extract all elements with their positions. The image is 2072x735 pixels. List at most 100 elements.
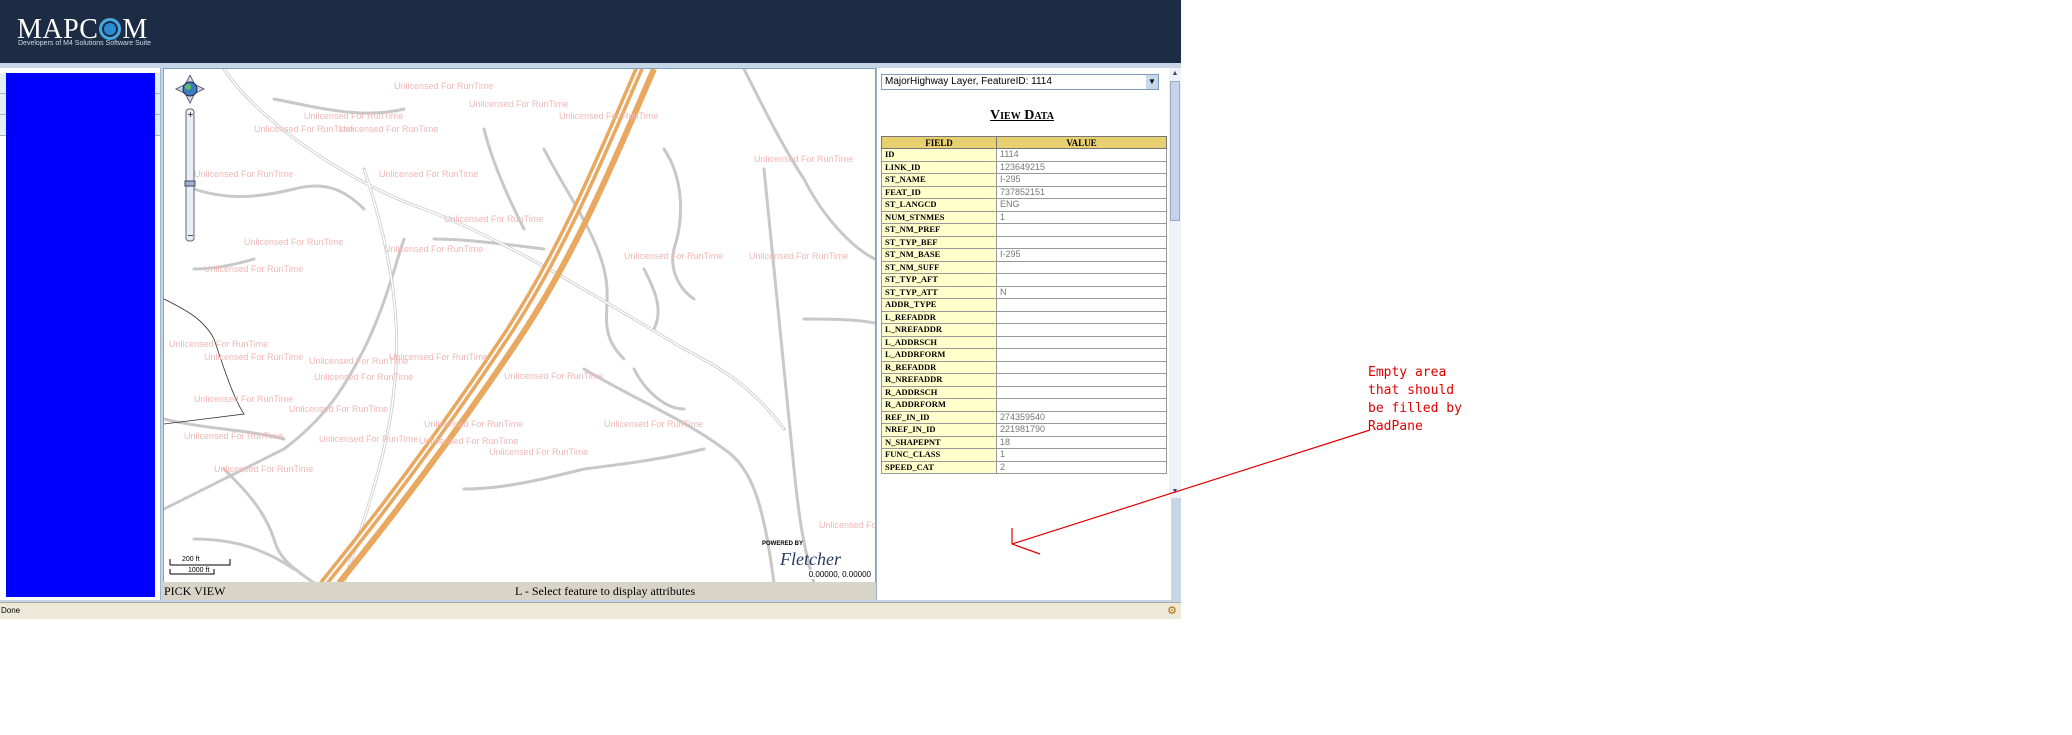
app-header: MAPC M Developers of M4 Solutions Softwar… — [0, 0, 1181, 63]
watermark: Unlicensed For RunTime — [314, 372, 414, 382]
watermark: Unlicensed For RunTime — [204, 264, 304, 274]
watermark: Unlicensed For RunTime — [169, 339, 269, 349]
table-row: ST_NM_BASE I-295 — [881, 248, 1167, 262]
powered-by-label: POWERED BY — [762, 541, 804, 547]
blue-content-panel — [6, 73, 155, 597]
value-cell — [996, 310, 1167, 324]
watermark: Unlicensed For RunTime — [424, 419, 524, 429]
value-cell: ENG — [996, 198, 1167, 212]
column-header-field: FIELD — [881, 136, 997, 149]
watermark: Unlicensed For RunTime — [384, 244, 484, 254]
watermark: Unlicensed For RunTime — [389, 352, 489, 362]
chevron-down-icon[interactable]: ▼ — [1146, 75, 1158, 89]
table-row: R_ADDRSCH — [881, 385, 1167, 399]
annotation-text: Empty area that should be filled by RadP… — [1368, 365, 1462, 434]
field-cell: LINK_ID — [881, 160, 997, 174]
field-cell: R_NREFADDR — [881, 373, 997, 387]
watermark: Unlicensed For RunTime — [559, 111, 659, 121]
table-row: ADDR_TYPE — [881, 298, 1167, 312]
value-cell: I-295 — [996, 248, 1167, 262]
value-cell — [996, 385, 1167, 399]
watermark: Unlicensed For RunTime — [489, 447, 589, 457]
scroll-thumb[interactable] — [1170, 81, 1180, 221]
field-cell: ST_TYP_ATT — [881, 285, 997, 299]
value-cell — [996, 298, 1167, 312]
status-message: L - Select feature to display attributes — [515, 584, 696, 598]
table-row: L_ADDRFORM — [881, 348, 1167, 362]
watermark: Unlicensed For RunTime — [469, 99, 569, 109]
value-cell — [996, 348, 1167, 362]
left-panel — [0, 68, 161, 600]
table-row: LINK_ID 123649215 — [881, 160, 1167, 174]
field-cell: ST_NM_SUFF — [881, 260, 997, 274]
field-cell: FUNC_CLASS — [881, 448, 997, 462]
watermark: Unlicensed For RunTime — [394, 81, 494, 91]
watermark: Unlicensed For RunTime — [194, 169, 294, 179]
table-row: L_ADDRSCH — [881, 335, 1167, 349]
field-cell: NUM_STNMES — [881, 210, 997, 224]
status-mode: PICK VIEW — [164, 584, 226, 598]
browser-status-text: Done — [1, 606, 21, 615]
map-pane[interactable]: 200 ft 1000 ft + − Unlicensed For RunTim… — [163, 68, 876, 584]
watermark: Unlicensed For RunTime — [819, 520, 875, 530]
value-cell — [996, 360, 1167, 374]
field-cell: REF_IN_ID — [881, 410, 997, 424]
value-cell — [996, 223, 1167, 237]
zoom-slider-thumb — [184, 180, 196, 187]
major-highway[interactable] — [319, 69, 644, 583]
annotation-arrow — [1011, 429, 1371, 555]
field-cell: L_NREFADDR — [881, 323, 997, 337]
scroll-up-icon[interactable]: ▲ — [1169, 68, 1181, 80]
zoom-control[interactable]: + − — [172, 73, 212, 245]
fletcher-logo: Fletcher — [780, 549, 841, 569]
field-cell: ST_TYP_AFT — [881, 273, 997, 287]
table-row: ST_NAME I-295 — [881, 173, 1167, 187]
table-row: ST_LANGCD ENG — [881, 198, 1167, 212]
watermark: Unlicensed For RunTime — [339, 124, 439, 134]
watermark: Unlicensed For RunTime — [604, 419, 704, 429]
layer-select-value: MajorHighway Layer, FeatureID: 1114 — [885, 76, 1052, 87]
table-row: L_REFADDR — [881, 310, 1167, 324]
table-row: R_REFADDR — [881, 360, 1167, 374]
value-cell — [996, 373, 1167, 387]
svg-text:+: + — [187, 110, 194, 119]
field-cell: L_REFADDR — [881, 310, 997, 324]
field-cell: FEAT_ID — [881, 185, 997, 199]
watermark: Unlicensed For RunTime — [419, 436, 519, 446]
map-canvas[interactable]: 200 ft 1000 ft — [164, 69, 875, 583]
table-row: ID 1114 — [881, 148, 1167, 162]
value-cell — [996, 398, 1167, 412]
value-cell: 1 — [996, 210, 1167, 224]
field-cell: ST_TYP_BEF — [881, 235, 997, 249]
value-cell: 123649215 — [996, 160, 1167, 174]
value-cell: 737852151 — [996, 185, 1167, 199]
field-cell: N_SHAPEPNT — [881, 435, 997, 449]
scale-label-1000: 1000 ft — [188, 567, 209, 574]
value-cell: I-295 — [996, 173, 1167, 187]
column-header-value: VALUE — [996, 136, 1167, 149]
watermark: Unlicensed For RunTime — [184, 431, 284, 441]
table-row: FEAT_ID 737852151 — [881, 185, 1167, 199]
table-row: ST_TYP_ATT N — [881, 285, 1167, 299]
view-data-title: View Data — [990, 108, 1054, 123]
layer-select[interactable]: MajorHighway Layer, FeatureID: 1114 ▼ — [881, 74, 1159, 90]
field-cell: R_REFADDR — [881, 360, 997, 374]
map-status-bar: PICK VIEW L - Select feature to display … — [163, 582, 876, 600]
field-cell: ST_NM_BASE — [881, 248, 997, 262]
pan-compass-icon[interactable]: + − — [172, 73, 212, 245]
field-cell: SPEED_CAT — [881, 460, 997, 474]
watermark: Unlicensed For RunTime — [319, 434, 419, 444]
table-row: R_ADDRFORM — [881, 398, 1167, 412]
field-cell: L_ADDRSCH — [881, 335, 997, 349]
value-cell: 1114 — [996, 148, 1167, 162]
value-cell — [996, 323, 1167, 337]
watermark: Unlicensed For RunTime — [749, 251, 849, 261]
field-cell: R_ADDRFORM — [881, 398, 997, 412]
scale-label-200: 200 ft — [182, 556, 200, 563]
watermark: Unlicensed For RunTime — [379, 169, 479, 179]
table-row: ST_NM_PREF — [881, 223, 1167, 237]
field-cell: L_ADDRFORM — [881, 348, 997, 362]
field-cell: ADDR_TYPE — [881, 298, 997, 312]
watermark: Unlicensed For RunTime — [204, 352, 304, 362]
browser-status-bar: Done ⚙ — [0, 602, 1181, 619]
